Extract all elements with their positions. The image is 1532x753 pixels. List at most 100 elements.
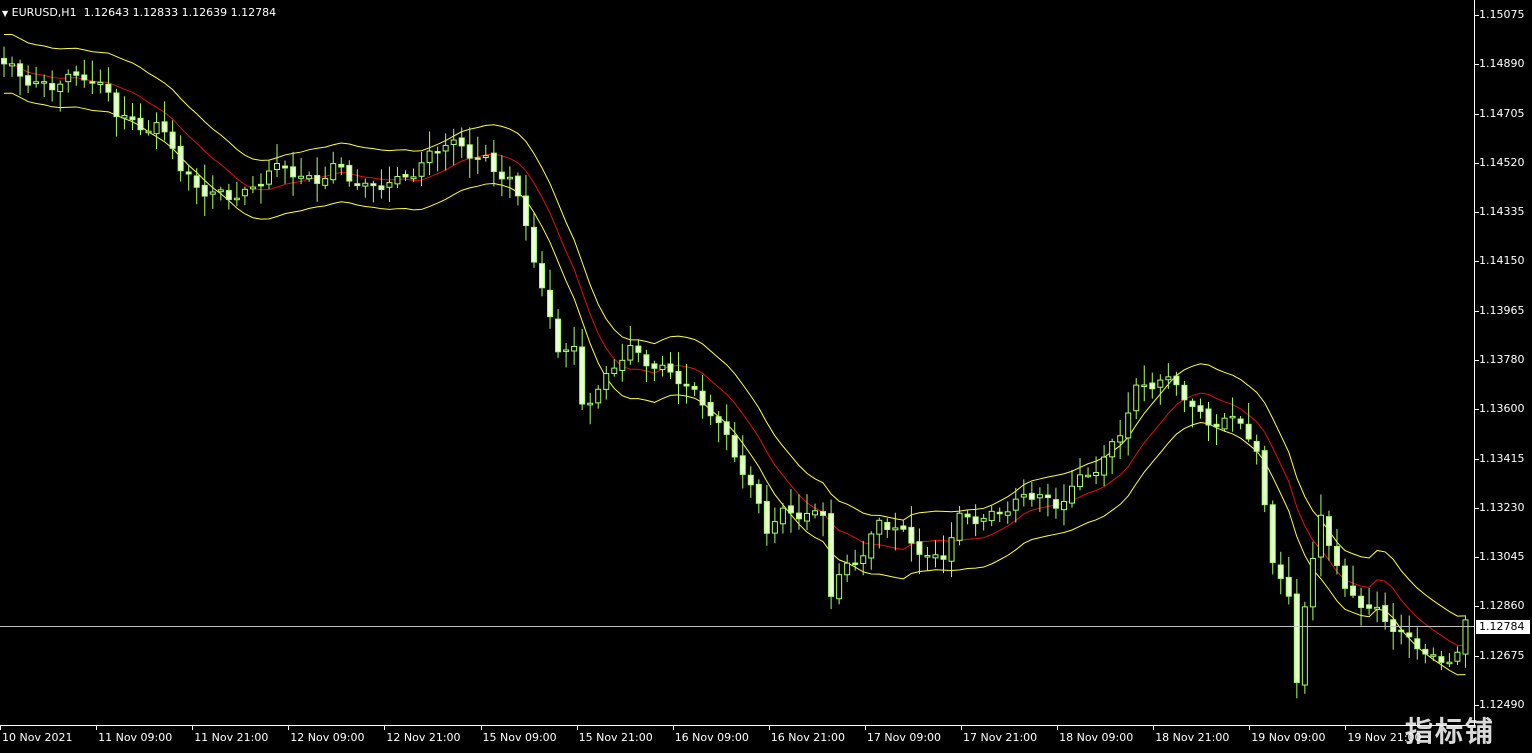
candle-body — [113, 92, 120, 118]
candle-body — [651, 363, 658, 369]
candle-body — [1422, 648, 1429, 655]
candle-body — [956, 512, 963, 541]
price-label: 1.12675 — [1479, 648, 1525, 662]
candle-body — [1101, 456, 1108, 476]
time-tick — [0, 726, 1, 730]
price-label: 1.15075 — [1479, 8, 1525, 21]
candle-body — [1317, 514, 1324, 558]
candle-body — [795, 512, 802, 520]
candle-body — [1430, 654, 1437, 657]
candle-body — [1309, 558, 1316, 608]
candle-body — [691, 385, 698, 390]
candle-body — [1277, 564, 1284, 579]
time-tick — [768, 726, 770, 730]
candle-body — [675, 370, 682, 385]
candle-body — [282, 165, 289, 169]
candle-body — [964, 513, 971, 518]
candle-body — [306, 175, 313, 180]
candle-body — [731, 435, 738, 458]
candle-body — [1052, 499, 1059, 509]
candle-body — [876, 519, 883, 535]
candle-body — [836, 574, 843, 600]
time-tick — [1249, 726, 1251, 730]
candle-body — [1149, 382, 1156, 390]
candle-body — [555, 318, 562, 353]
candle-body — [97, 81, 104, 85]
candle-body — [1462, 619, 1469, 655]
candle-body — [89, 81, 96, 84]
chart-window[interactable]: ▼ EURUSD,H1 1.12643 1.12833 1.12639 1.12… — [0, 0, 1532, 753]
time-tick — [1153, 726, 1155, 730]
candle-body — [715, 416, 722, 423]
candle-body — [418, 162, 425, 177]
price-scale[interactable]: 1.15075 1.14890 1.14705 1.14520 1.14335 1.141… — [1475, 0, 1532, 725]
candle-body — [924, 555, 931, 558]
candle-body — [1197, 405, 1204, 412]
open-price: 1.12643 — [83, 6, 130, 19]
candle-body — [771, 521, 778, 534]
candle-body — [177, 145, 184, 172]
candle-body — [667, 363, 674, 373]
time-tick — [384, 726, 386, 730]
time-label: 11 Nov 21:00 — [194, 731, 269, 744]
candle-body — [1077, 474, 1084, 487]
candle-body — [265, 170, 272, 185]
time-tick — [576, 726, 578, 730]
candle-body — [1438, 656, 1445, 663]
candle-body — [1342, 565, 1349, 589]
candle-body — [820, 511, 827, 516]
candle-body — [611, 367, 618, 374]
price-label: 1.13600 — [1479, 402, 1525, 416]
middle-band-line — [3, 63, 1466, 646]
price-label: 1.12860 — [1479, 599, 1525, 613]
candle-body — [1028, 492, 1035, 500]
candle-body — [595, 388, 602, 404]
candle-body — [1406, 632, 1413, 638]
candle-body — [1382, 605, 1389, 622]
candle-body — [1205, 408, 1212, 426]
candle-body — [539, 263, 546, 289]
candle-body — [948, 537, 955, 562]
candle-body — [153, 122, 160, 135]
candle-body — [386, 182, 393, 188]
candle-body — [699, 390, 706, 406]
candle-body — [1390, 619, 1397, 632]
candle-body — [1, 58, 7, 65]
candle-body — [241, 188, 248, 197]
candle-body — [723, 421, 730, 435]
price-label: 1.14520 — [1479, 155, 1525, 169]
candle-body — [643, 354, 650, 367]
candle-body — [354, 183, 361, 187]
candle-body — [1020, 494, 1027, 498]
candle-body — [603, 373, 610, 390]
candle-body — [49, 83, 56, 91]
candle-body — [1293, 593, 1300, 683]
candle-body — [257, 183, 264, 187]
candle-body — [996, 511, 1003, 515]
envelope-bands — [3, 33, 1466, 676]
candle-body — [450, 139, 457, 145]
candle-body — [1237, 418, 1244, 424]
candle-body — [482, 155, 489, 159]
candle-body — [33, 81, 40, 85]
dropdown-triangle-icon[interactable]: ▼ — [2, 9, 8, 18]
candle-body — [233, 197, 240, 201]
candle-body — [787, 505, 794, 514]
candle-body — [1245, 423, 1252, 440]
candle-body — [547, 289, 554, 318]
candle-body — [828, 513, 835, 597]
time-label: 18 Nov 09:00 — [1059, 731, 1134, 744]
price-label: 1.13415 — [1479, 451, 1525, 465]
candle-body — [988, 510, 995, 522]
candle-body — [490, 152, 497, 173]
candle-body — [587, 402, 594, 406]
candle-body — [1044, 494, 1051, 499]
upper-band-line — [3, 33, 1466, 617]
candle-body — [563, 349, 570, 352]
candle-body — [1012, 498, 1019, 511]
price-chart[interactable] — [0, 0, 1475, 726]
time-scale[interactable]: 10 Nov 2021 11 Nov 09:00 11 Nov 21:00 12 No… — [0, 726, 1475, 753]
candle-body — [1093, 472, 1100, 476]
time-label: 18 Nov 21:00 — [1155, 731, 1230, 744]
candlesticks — [1, 46, 1469, 699]
